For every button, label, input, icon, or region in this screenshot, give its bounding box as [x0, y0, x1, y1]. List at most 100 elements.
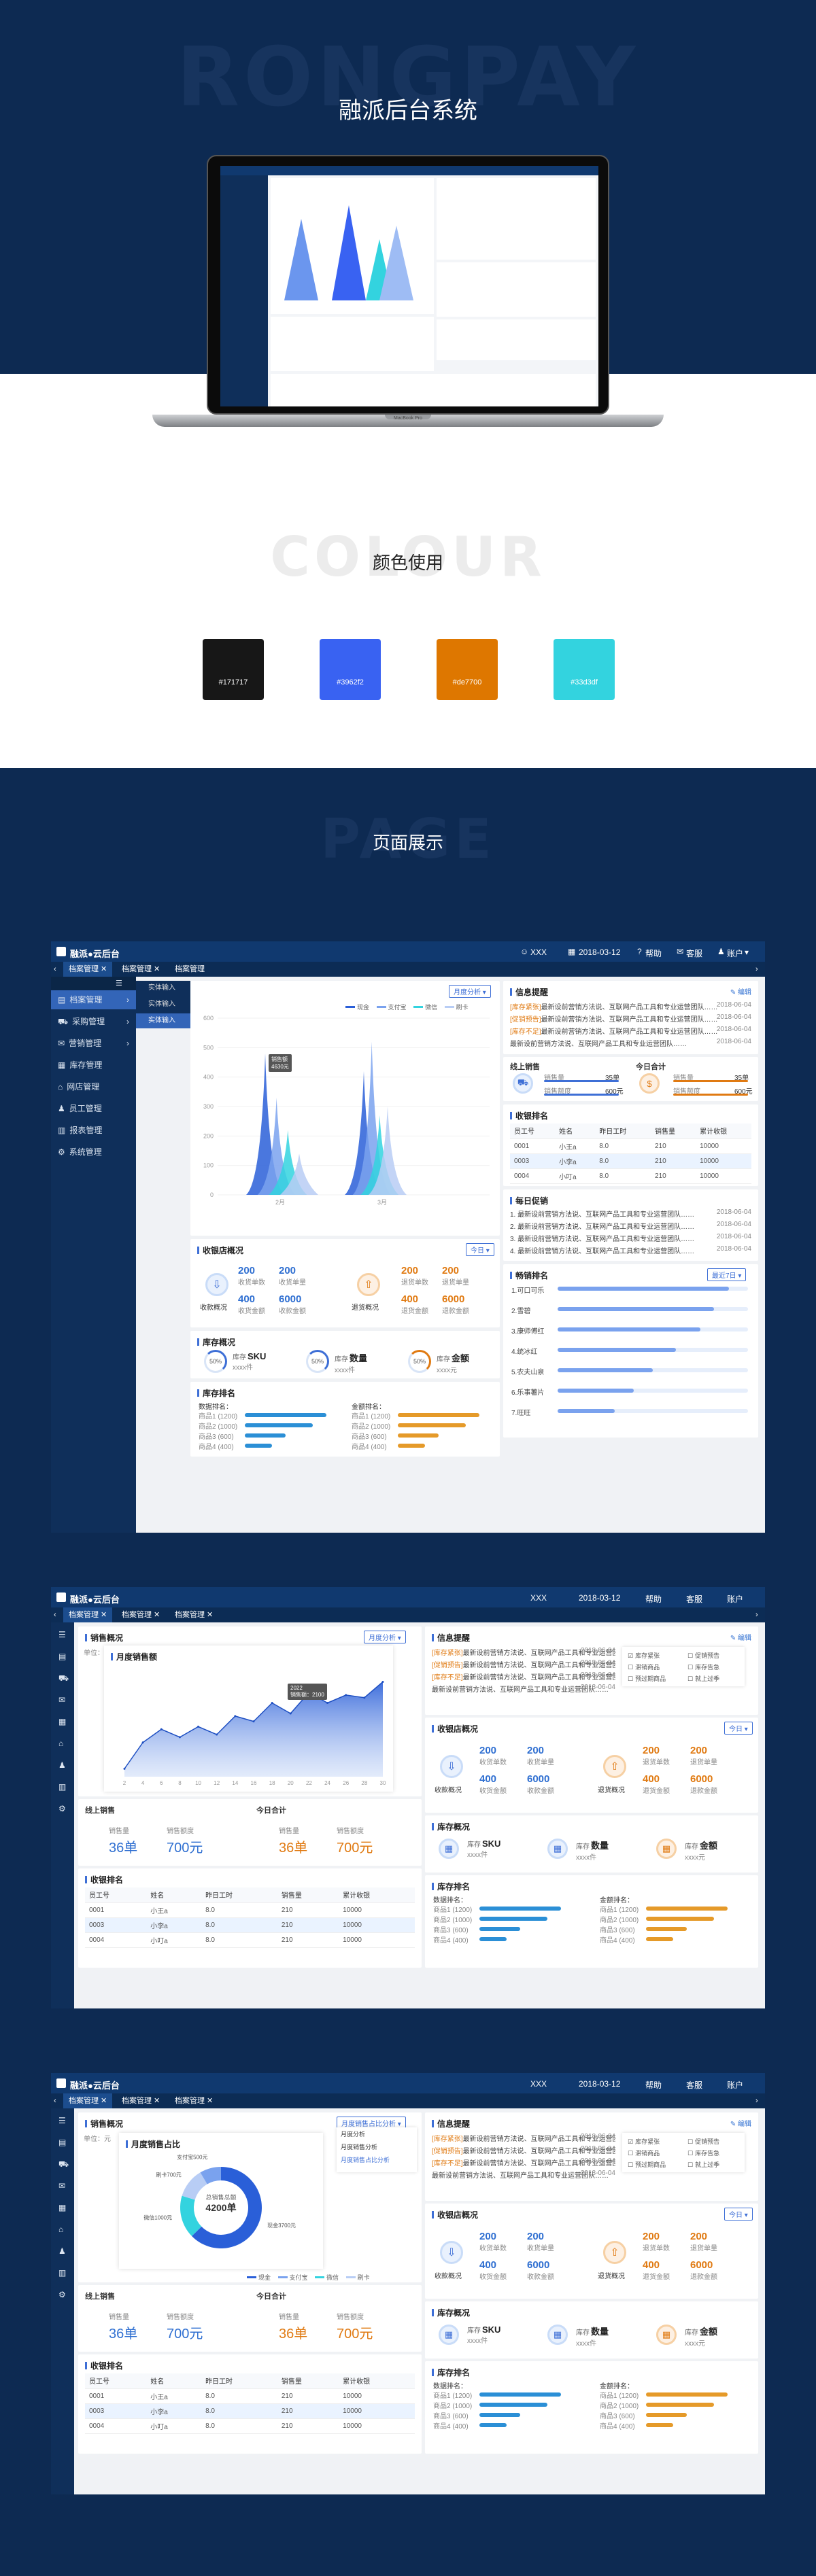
top-select[interactable]: 最近7日 ▾: [707, 1268, 747, 1281]
table-row[interactable]: 0004 小叮a 8.0 210 10000: [85, 1932, 415, 1948]
store-select[interactable]: 今日 ▾: [724, 2208, 753, 2221]
info-item[interactable]: [库存紧张]最新设前营销方法说、互联网产品工具和专业运营团队……2018-06-…: [510, 1001, 751, 1011]
notice-item[interactable]: 2. 最新设前营销方法说、互联网产品工具和专业运营团队…… 2018-06-04: [510, 1221, 751, 1231]
info-item[interactable]: 最新设前营销方法说、互联网产品工具和专业运营团队…… 2018-06-04: [432, 2170, 615, 2180]
help-link[interactable]: 帮助: [645, 947, 662, 959]
sidebar-icon[interactable]: ♟: [51, 1756, 74, 1775]
table-row[interactable]: 0003 小李a 8.0 210 10000: [510, 1153, 751, 1169]
store-select[interactable]: 今日 ▾: [466, 1243, 494, 1256]
info-item[interactable]: [促销预告]最新设前营销方法说、互联网产品工具和专业运营团队……2018-06-…: [432, 1659, 615, 1669]
user-name[interactable]: XXX: [530, 1593, 547, 1603]
select-option-2[interactable]: 月度销售分析: [337, 2140, 417, 2153]
notice-item[interactable]: 1. 最新设前营销方法说、互联网产品工具和专业运营团队…… 2018-06-04: [510, 1208, 751, 1219]
filter-option[interactable]: ☐ 滞销商品: [628, 1663, 660, 1671]
filter-option[interactable]: ☐ 促销预告: [687, 2137, 719, 2146]
table-row[interactable]: 0001 小王a 8.0 210 10000: [85, 2388, 415, 2404]
submenu-item-1[interactable]: 实体输入: [136, 981, 190, 996]
filter-option[interactable]: ☐ 就上过季: [687, 1674, 719, 1683]
sidebar-icon[interactable]: ⛟: [51, 1669, 74, 1688]
notice-item[interactable]: 4. 最新设前营销方法说、互联网产品工具和专业运营团队…… 2018-06-04: [510, 1245, 751, 1255]
sales-select[interactable]: 月度分析 ▾: [449, 985, 491, 998]
menu-toggle-icon[interactable]: ☰: [51, 1625, 74, 1644]
table-row[interactable]: 0003 小李a 8.0 210 10000: [85, 1917, 415, 1933]
tab-2[interactable]: 档案管理 ✕: [116, 1607, 165, 1622]
tab-prev-icon[interactable]: ‹: [51, 2093, 63, 2108]
tab-3[interactable]: 档案管理 ✕: [169, 2093, 218, 2108]
sidebar-icon[interactable]: ▦: [51, 1712, 74, 1731]
filter-option[interactable]: ☑ 库存紧张: [628, 2137, 660, 2146]
tab-next-icon[interactable]: ›: [753, 2093, 765, 2108]
account-menu[interactable]: 账户: [727, 2079, 743, 2091]
sidebar-item[interactable]: ▤ 档案管理 ›: [51, 990, 136, 1009]
sidebar-icon[interactable]: ⚙: [51, 2285, 74, 2304]
sidebar-item[interactable]: ♟ 员工管理: [51, 1099, 136, 1118]
table-row[interactable]: 0004 小叮a 8.0 210 10000: [85, 2418, 415, 2434]
info-item[interactable]: [库存紧张]最新设前营销方法说、互联网产品工具和专业运营团队……2018-06-…: [432, 1647, 615, 1657]
info-item[interactable]: [库存不足]最新设前营销方法说、互联网产品工具和专业运营团队……2018-06-…: [432, 1671, 615, 1682]
user-name[interactable]: XXX: [530, 947, 547, 957]
help-link[interactable]: 帮助: [645, 1593, 662, 1605]
tab-next-icon[interactable]: ›: [753, 1607, 765, 1622]
tab-2[interactable]: 档案管理 ✕: [116, 962, 165, 977]
sidebar-item[interactable]: ⌂ 网店管理: [51, 1077, 136, 1096]
service-link[interactable]: 客服: [686, 1593, 702, 1605]
tab-prev-icon[interactable]: ‹: [51, 962, 63, 977]
info-item[interactable]: [库存不足]最新设前营销方法说、互联网产品工具和专业运营团队……2018-06-…: [432, 2157, 615, 2168]
table-row[interactable]: 0003 小李a 8.0 210 10000: [85, 2403, 415, 2419]
table-row[interactable]: 0001 小王a 8.0 210 10000: [85, 1902, 415, 1918]
sidebar-item[interactable]: ✉ 营销管理 ›: [51, 1034, 136, 1053]
help-link[interactable]: 帮助: [645, 2079, 662, 2091]
tab-3[interactable]: 档案管理 ✕: [169, 1607, 218, 1622]
user-name[interactable]: XXX: [530, 2079, 547, 2089]
sidebar-icon[interactable]: ▤: [51, 1647, 74, 1666]
sidebar-icon[interactable]: ✉: [51, 1690, 74, 1709]
filter-option[interactable]: ☐ 促销预告: [687, 1651, 719, 1660]
sidebar-icon[interactable]: ✉: [51, 2176, 74, 2195]
table-row[interactable]: 0004 小叮a 8.0 210 10000: [510, 1168, 751, 1184]
sidebar-item[interactable]: ⛟ 采购管理 ›: [51, 1012, 136, 1031]
info-item[interactable]: [库存紧张]最新设前营销方法说、互联网产品工具和专业运营团队……2018-06-…: [432, 2133, 615, 2143]
sidebar-icon[interactable]: ⌂: [51, 2220, 74, 2239]
filter-option[interactable]: ☐ 预过期商品: [628, 2160, 666, 2169]
account-menu[interactable]: 账户: [727, 1593, 743, 1605]
info-edit-link[interactable]: ✎ 编辑: [730, 986, 751, 996]
info-item[interactable]: [促销预告]最新设前营销方法说、互联网产品工具和专业运营团队……2018-06-…: [432, 2145, 615, 2155]
info-item[interactable]: [促销预告]最新设前营销方法说、互联网产品工具和专业运营团队……2018-06-…: [510, 1013, 751, 1024]
info-edit-link[interactable]: ✎ 编辑: [730, 2118, 751, 2128]
sidebar-item[interactable]: ▦ 库存管理: [51, 1056, 136, 1075]
sidebar-icon[interactable]: ⛟: [51, 2155, 74, 2174]
tab-next-icon[interactable]: ›: [753, 962, 765, 977]
tab-2[interactable]: 档案管理 ✕: [116, 2093, 165, 2108]
tab-1[interactable]: 档案管理 ✕: [63, 2093, 113, 2108]
account-menu[interactable]: 账户: [727, 947, 743, 959]
sidebar-icon[interactable]: ▦: [51, 2198, 74, 2217]
filter-option[interactable]: ☑ 库存紧张: [628, 1651, 660, 1660]
filter-option[interactable]: ☐ 库存告急: [687, 1663, 719, 1671]
sidebar-icon[interactable]: ⌂: [51, 1734, 74, 1753]
menu-toggle-icon[interactable]: ☰: [51, 2111, 74, 2130]
filter-option[interactable]: ☐ 滞销商品: [628, 2148, 660, 2157]
sidebar-item[interactable]: ▥ 报表管理: [51, 1121, 136, 1140]
submenu-item-3[interactable]: 实体输入: [136, 1013, 190, 1028]
menu-toggle-icon[interactable]: ☰: [116, 979, 122, 988]
tab-3[interactable]: 档案管理: [169, 962, 210, 977]
sidebar-item[interactable]: ⚙ 系统管理: [51, 1143, 136, 1162]
info-item[interactable]: [库存不足]最新设前营销方法说、互联网产品工具和专业运营团队……2018-06-…: [510, 1026, 751, 1036]
store-select[interactable]: 今日 ▾: [724, 1722, 753, 1735]
sidebar-icon[interactable]: ▥: [51, 1777, 74, 1796]
filter-option[interactable]: ☐ 库存告急: [687, 2148, 719, 2157]
select-option-1[interactable]: 月度分析: [337, 2127, 417, 2140]
sidebar-icon[interactable]: ⚙: [51, 1799, 74, 1818]
service-link[interactable]: 客服: [686, 947, 702, 959]
table-row[interactable]: 0001 小王a 8.0 210 10000: [510, 1138, 751, 1154]
info-item[interactable]: 最新设前营销方法说、互联网产品工具和专业运营团队…… 2018-06-04: [510, 1038, 751, 1048]
sidebar-icon[interactable]: ▤: [51, 2133, 74, 2152]
sales-select[interactable]: 月度分析 ▾: [364, 1631, 406, 1643]
tab-1[interactable]: 档案管理 ✕: [63, 1607, 113, 1622]
filter-option[interactable]: ☐ 就上过季: [687, 2160, 719, 2169]
tab-prev-icon[interactable]: ‹: [51, 1607, 63, 1622]
info-item[interactable]: 最新设前营销方法说、互联网产品工具和专业运营团队…… 2018-06-04: [432, 1684, 615, 1694]
filter-option[interactable]: ☐ 预过期商品: [628, 1674, 666, 1683]
service-link[interactable]: 客服: [686, 2079, 702, 2091]
submenu-item-2[interactable]: 实体输入: [136, 997, 190, 1012]
